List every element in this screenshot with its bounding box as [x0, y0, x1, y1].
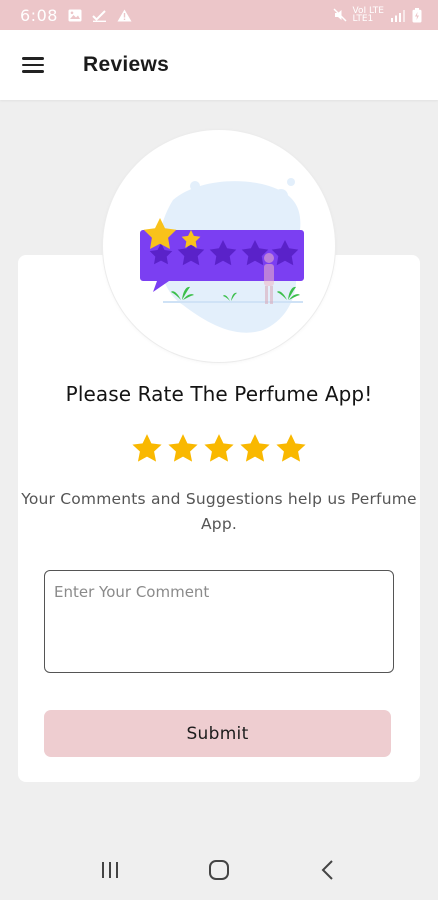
app-bar: Reviews [0, 30, 438, 100]
gallery-icon [68, 9, 82, 22]
system-nav-bar [0, 840, 438, 900]
star-icon[interactable] [202, 432, 236, 466]
rating-heading: Please Rate The Perfume App! [65, 382, 373, 406]
signal-icon [390, 9, 406, 22]
star-icon[interactable] [166, 432, 200, 466]
network-label-bottom: LTE1 [352, 14, 374, 24]
rating-subtitle: Your Comments and Suggestions help us Pe… [21, 490, 417, 533]
mute-icon [333, 8, 347, 22]
back-icon[interactable] [308, 850, 348, 890]
submit-button[interactable]: Submit [44, 710, 391, 757]
star-icon[interactable] [274, 432, 308, 466]
status-left: 6:08 [20, 6, 132, 25]
check-icon [92, 9, 107, 22]
status-bar: 6:08 VoI LTE LTE1 [0, 0, 438, 30]
comment-input[interactable] [44, 570, 394, 673]
home-icon[interactable] [199, 850, 239, 890]
battery-icon [412, 7, 422, 23]
hamburger-menu-icon[interactable] [13, 45, 53, 85]
star-icon[interactable] [130, 432, 164, 466]
star-rating[interactable] [0, 432, 438, 466]
warning-icon [117, 9, 132, 22]
rating-illustration [103, 130, 335, 362]
page-title: Reviews [83, 53, 170, 76]
status-time: 6:08 [20, 5, 58, 25]
star-icon[interactable] [238, 432, 272, 466]
recent-apps-icon[interactable] [90, 850, 130, 890]
status-right: VoI LTE LTE1 [333, 7, 422, 24]
network-label: VoI LTE LTE1 [352, 7, 384, 24]
